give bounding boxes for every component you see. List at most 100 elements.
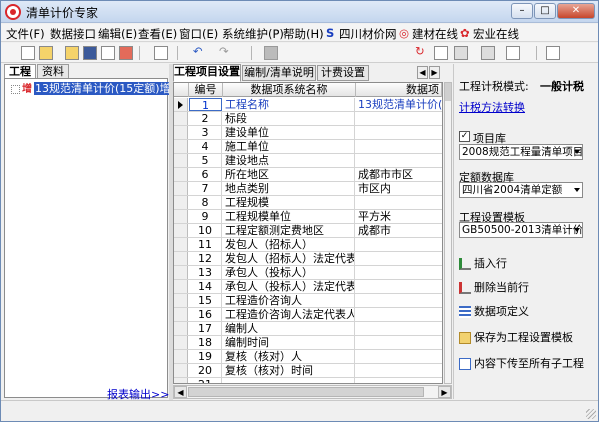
table-row[interactable]: 13 承包人（投标人）	[174, 266, 442, 280]
row-selector[interactable]	[174, 140, 188, 153]
cell-value[interactable]	[356, 266, 442, 279]
resize-grip-icon[interactable]	[586, 409, 596, 419]
table-row[interactable]: 7 地点类别 市区内	[174, 182, 442, 196]
tree-expander-icon[interactable]	[11, 84, 20, 94]
table-row[interactable]: 14 承包人（投标人）法定代表人	[174, 280, 442, 294]
row-selector[interactable]	[174, 336, 188, 349]
cell-name[interactable]: 编制人	[223, 322, 355, 335]
cell-name[interactable]: 工程造价咨询人	[223, 294, 355, 307]
cell-value[interactable]	[356, 364, 442, 377]
save-template-button[interactable]: 保存为工程设置模板	[459, 330, 573, 346]
cell-value[interactable]	[356, 126, 442, 139]
cell-num[interactable]: 1	[189, 98, 222, 112]
row-selector[interactable]	[174, 112, 188, 125]
menu-file[interactable]: 文件(F)	[6, 26, 45, 42]
refresh-icon[interactable]: ↻	[415, 44, 425, 58]
project-lib-select[interactable]: 2008规范工程量清单项目	[459, 144, 583, 160]
table-row[interactable]: 12 发包人（招标人）法定代表人	[174, 252, 442, 266]
quota-db-select[interactable]: 四川省2004清单定额	[459, 182, 583, 198]
row-selector[interactable]	[174, 168, 188, 181]
cell-name[interactable]: 工程定额测定费地区	[223, 224, 355, 237]
tab-compile-notes[interactable]: 编制/清单说明	[242, 65, 316, 81]
cell-name[interactable]: 复核（核对）人	[223, 350, 355, 363]
cell-value[interactable]: 成都市市区	[356, 168, 442, 181]
cell-name[interactable]: 承包人（投标人）	[223, 266, 355, 279]
cell-value[interactable]	[356, 252, 442, 265]
cell-value[interactable]: 平方米	[356, 210, 442, 223]
menu-data-interface[interactable]: 数据接口	[50, 26, 96, 42]
edit-icon[interactable]	[481, 46, 495, 60]
print-icon[interactable]	[101, 46, 115, 60]
row-selector[interactable]	[174, 364, 188, 377]
cell-value[interactable]	[356, 196, 442, 209]
cell-num[interactable]: 15	[189, 294, 222, 307]
row-selector[interactable]	[174, 224, 188, 237]
tab-project[interactable]: 工程	[4, 64, 36, 79]
close-button[interactable]: ✕	[557, 3, 595, 19]
project-lib-checkbox[interactable]: ✓	[459, 131, 470, 142]
table-row[interactable]: 21	[174, 378, 442, 383]
cell-value[interactable]	[356, 336, 442, 349]
cell-num[interactable]: 13	[189, 266, 222, 279]
row-selector[interactable]	[174, 126, 188, 139]
cell-num[interactable]: 20	[189, 364, 222, 377]
tab-fee-settings[interactable]: 计费设置	[317, 65, 369, 81]
maximize-button[interactable]: □	[534, 3, 556, 19]
cell-name[interactable]	[223, 378, 355, 383]
cell-name[interactable]: 工程规模	[223, 196, 355, 209]
cell-name[interactable]: 工程名称	[223, 98, 355, 111]
stop-icon[interactable]	[264, 46, 278, 60]
cell-num[interactable]: 21	[189, 378, 222, 383]
row-selector[interactable]	[174, 210, 188, 223]
define-item-button[interactable]: 数据项定义	[459, 304, 529, 320]
row-selector[interactable]	[174, 182, 188, 195]
menu-edit[interactable]: 编辑(E)	[98, 26, 137, 42]
table-row[interactable]: 17 编制人	[174, 322, 442, 336]
horizontal-scrollbar[interactable]: ◀ ▶	[173, 385, 452, 399]
document-icon[interactable]	[506, 46, 520, 60]
cell-num[interactable]: 8	[189, 196, 222, 209]
delete-row-button[interactable]: 删除当前行	[459, 280, 529, 296]
open-folder-icon[interactable]	[39, 46, 53, 60]
row-selector[interactable]	[174, 378, 188, 383]
row-selector[interactable]	[174, 322, 188, 335]
cell-name[interactable]: 承包人（投标人）法定代表人	[223, 280, 355, 293]
cell-value[interactable]	[356, 112, 442, 125]
tree-item-project[interactable]: 增 13规范清单计价(15定额)增值	[11, 82, 183, 96]
cell-num[interactable]: 7	[189, 182, 222, 195]
cell-num[interactable]: 19	[189, 350, 222, 363]
row-selector[interactable]	[174, 154, 188, 167]
cell-name[interactable]: 工程规模单位	[223, 210, 355, 223]
folder-icon[interactable]	[65, 46, 79, 60]
cell-value[interactable]	[356, 280, 442, 293]
save-icon[interactable]	[83, 46, 97, 60]
cell-name[interactable]: 所在地区	[223, 168, 355, 181]
tax-method-link[interactable]: 计税方法转换	[459, 99, 525, 115]
lock-icon[interactable]	[454, 46, 468, 60]
menu-help[interactable]: 帮助(H)	[283, 26, 324, 42]
menu-hongye-online[interactable]: 宏业在线	[473, 26, 519, 42]
table-row[interactable]: 1 工程名称 13规范清单计价(1	[174, 98, 442, 112]
tab-project-settings[interactable]: 工程项目设置	[173, 64, 241, 82]
cell-num[interactable]: 3	[189, 126, 222, 139]
tree-view-icon[interactable]	[434, 46, 448, 60]
table-row[interactable]: 19 复核（核对）人	[174, 350, 442, 364]
table-row[interactable]: 3 建设单位	[174, 126, 442, 140]
row-selector[interactable]	[174, 98, 188, 111]
table-row[interactable]: 8 工程规模	[174, 196, 442, 210]
cell-num[interactable]: 6	[189, 168, 222, 181]
table-row[interactable]: 11 发包人（招标人）	[174, 238, 442, 252]
cell-value[interactable]	[356, 238, 442, 251]
scroll-thumb[interactable]	[188, 387, 424, 397]
cell-num[interactable]: 16	[189, 308, 222, 321]
tab-scroll-left-icon[interactable]: ◀	[417, 66, 428, 79]
scroll-right-icon[interactable]: ▶	[438, 386, 451, 398]
cell-num[interactable]: 10	[189, 224, 222, 237]
table-row[interactable]: 9 工程规模单位 平方米	[174, 210, 442, 224]
scroll-left-icon[interactable]: ◀	[174, 386, 187, 398]
tab-scroll-right-icon[interactable]: ▶	[429, 66, 440, 79]
cell-num[interactable]: 9	[189, 210, 222, 223]
cell-name[interactable]: 标段	[223, 112, 355, 125]
row-selector[interactable]	[174, 266, 188, 279]
cell-num[interactable]: 5	[189, 154, 222, 167]
